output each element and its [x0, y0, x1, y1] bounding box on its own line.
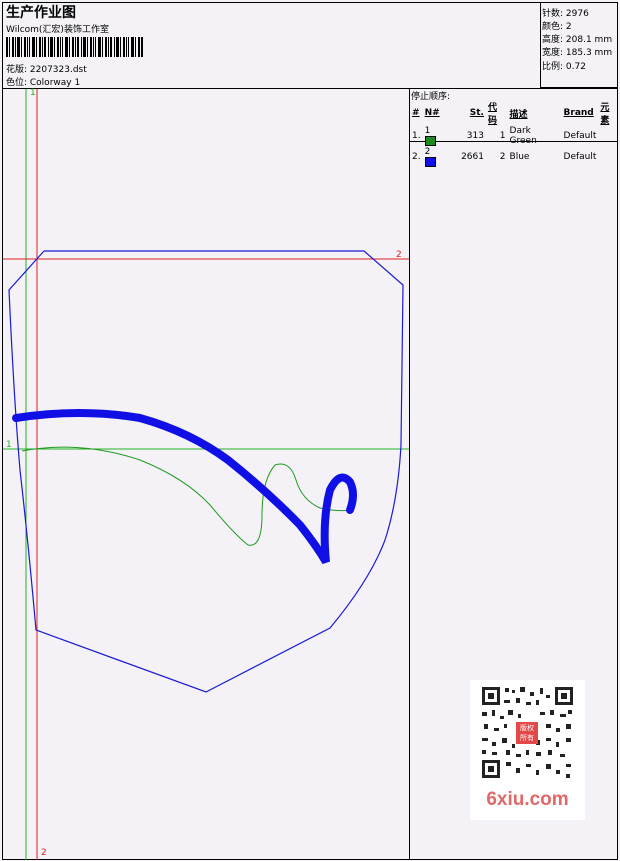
- marker-h1: 1: [6, 440, 12, 450]
- copyright-seal: 版权所有: [516, 722, 538, 744]
- seal-text: 版权所有: [520, 724, 534, 742]
- marker-v1: 1: [30, 88, 36, 98]
- marker-h2: 2: [396, 250, 402, 260]
- pocket-outline: [8, 250, 404, 693]
- blue-satin-stroke: [12, 409, 357, 565]
- marker-v2: 2: [41, 848, 47, 858]
- production-sheet: { "header": { "title": "生产作业图", "studio"…: [0, 0, 620, 861]
- watermark-logo: 6xiu.com: [486, 789, 569, 810]
